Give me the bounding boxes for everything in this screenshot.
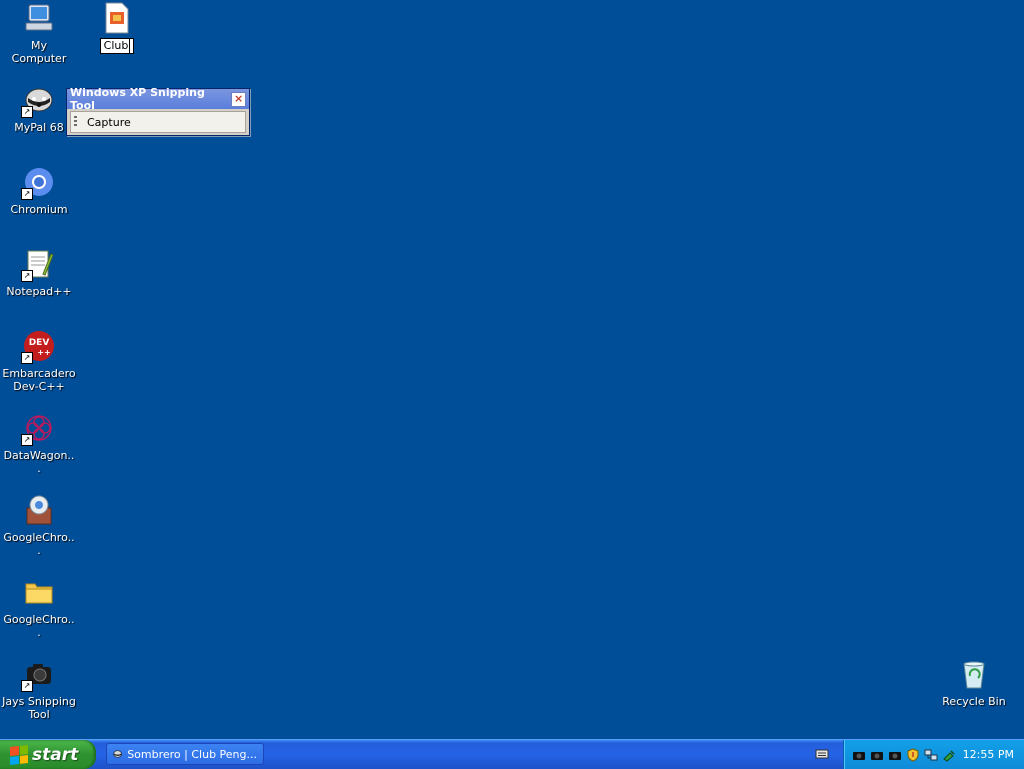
taskbar-button-club-penguin[interactable]: Sombrero | Club Peng... xyxy=(106,743,264,765)
capture-button[interactable]: Capture xyxy=(83,116,135,129)
safely-remove-hardware-icon[interactable] xyxy=(942,748,956,762)
windows-logo-icon xyxy=(10,744,28,765)
desktop-icon-jays-snipping-tool[interactable]: ↗ Jays Snipping Tool xyxy=(0,658,78,721)
desktop-icon-google-chrome-folder[interactable]: GoogleChro... xyxy=(0,576,78,639)
desktop[interactable]: My Computer Club ↗ MyPal 68 ↗ Chromium ↗… xyxy=(0,0,1024,739)
rename-input[interactable]: Club xyxy=(99,38,135,54)
start-button[interactable]: start xyxy=(0,740,96,769)
desktop-icon-label: Jays Snipping Tool xyxy=(2,695,76,721)
desktop-icon-my-computer[interactable]: My Computer xyxy=(0,2,78,65)
text-caret xyxy=(129,39,131,53)
chromium-icon: ↗ xyxy=(21,166,55,200)
camera-tray-icon[interactable] xyxy=(888,748,902,762)
clock[interactable]: 12:55 PM xyxy=(963,748,1014,761)
desktop-icon-google-chrome-portable[interactable]: GoogleChro... xyxy=(0,494,78,557)
desktop-icon-club[interactable]: Club xyxy=(78,2,156,54)
devcpp-icon-text: DEV xyxy=(29,338,50,348)
shortcut-arrow-icon: ↗ xyxy=(21,188,33,200)
system-tray: 12:55 PM xyxy=(843,740,1024,769)
close-icon[interactable]: × xyxy=(231,91,246,107)
snipping-tool-title: Windows XP Snipping Tool xyxy=(70,86,205,112)
camera-tray-icon[interactable] xyxy=(870,748,884,762)
shortcut-arrow-icon: ↗ xyxy=(21,352,33,364)
desktop-icon-label: GoogleChro... xyxy=(3,613,75,639)
snipping-tool-window[interactable]: Windows XP Snipping Tool × Capture xyxy=(66,86,250,136)
network-icon[interactable] xyxy=(924,748,938,762)
google-chrome-portable-icon xyxy=(23,494,55,526)
desktop-icon-chromium[interactable]: ↗ Chromium xyxy=(0,166,78,216)
desktop-icon-label: My Computer xyxy=(11,39,67,65)
svg-text:++: ++ xyxy=(37,348,50,357)
desktop-icon-label: GoogleChro... xyxy=(3,531,75,557)
desktop-icon-label: Embarcadero Dev-C++ xyxy=(2,367,76,393)
desktop-icon-datawagon[interactable]: ↗ DataWagon... xyxy=(0,412,78,475)
shortcut-arrow-icon: ↗ xyxy=(21,434,33,446)
desktop-icon-notepad-plus-plus[interactable]: ↗ Notepad++ xyxy=(0,248,78,298)
taskbar-button-label: Sombrero | Club Peng... xyxy=(127,747,257,761)
desktop-icon-label: Recycle Bin xyxy=(942,695,1006,708)
snipping-tool-titlebar[interactable]: Windows XP Snipping Tool × xyxy=(67,86,249,112)
shortcut-arrow-icon: ↗ xyxy=(21,106,33,118)
rename-input-value: Club xyxy=(103,39,129,52)
taskbar: start Sombrero | Club Peng... 12:55 PM xyxy=(0,739,1024,769)
camera-icon: ↗ xyxy=(21,658,55,692)
datawagon-icon: ↗ xyxy=(21,412,55,446)
camera-tray-icon[interactable] xyxy=(852,748,866,762)
desktop-icon-label: DataWagon... xyxy=(3,449,75,475)
desktop-icon-recycle-bin[interactable]: Recycle Bin xyxy=(935,658,1013,708)
shortcut-arrow-icon: ↗ xyxy=(21,270,33,282)
document-icon xyxy=(101,2,133,34)
toolbar-grip-icon[interactable] xyxy=(74,116,77,128)
keyboard-icon[interactable] xyxy=(815,747,829,761)
folder-icon xyxy=(23,576,55,608)
start-label: start xyxy=(32,744,79,765)
desktop-icon-label: Chromium xyxy=(10,203,68,216)
shortcut-arrow-icon: ↗ xyxy=(21,680,33,692)
desktop-icon-devcpp[interactable]: DEV ++ ↗ Embarcadero Dev-C++ xyxy=(0,330,78,393)
mypal-icon: ↗ xyxy=(21,84,55,118)
security-shield-icon[interactable] xyxy=(906,747,920,762)
recycle-bin-icon xyxy=(958,658,990,690)
snipping-tool-toolbar: Capture xyxy=(70,111,246,133)
desktop-icon-label: Notepad++ xyxy=(6,285,72,298)
mypal-icon xyxy=(113,750,122,758)
notepad-plus-plus-icon: ↗ xyxy=(21,248,55,282)
my-computer-icon xyxy=(23,2,55,34)
devcpp-icon: DEV ++ ↗ xyxy=(21,330,55,364)
